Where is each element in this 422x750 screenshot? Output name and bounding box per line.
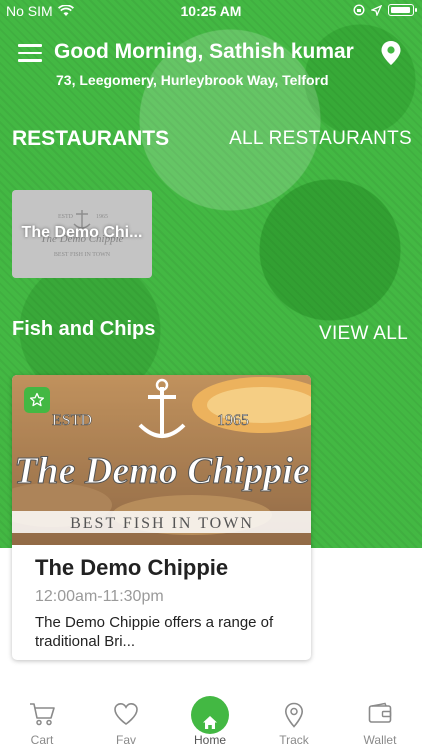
- home-icon: [203, 715, 217, 729]
- status-bar: No SIM 10:25 AM: [0, 0, 422, 22]
- banner-estd: ESTD: [52, 412, 92, 429]
- star-icon: [29, 392, 45, 407]
- battery-icon: [388, 4, 417, 16]
- nav-home[interactable]: Home: [168, 688, 252, 750]
- category-section-title: Fish and Chips: [12, 318, 156, 340]
- nav-track[interactable]: Track: [252, 688, 336, 750]
- nav-wallet[interactable]: Wallet: [338, 688, 422, 750]
- banner-year: 1965: [217, 412, 249, 429]
- restaurant-card[interactable]: ESTD 1965 The Demo Chippie BEST FISH IN …: [12, 190, 152, 278]
- menu-icon-bar: [18, 59, 42, 62]
- logo-tagline: BEST FISH IN TOWN: [54, 252, 111, 258]
- nav-cart-label: Cart: [30, 733, 54, 747]
- opening-hours: 12:00am-11:30pm: [35, 588, 164, 605]
- location-pin-icon[interactable]: [380, 40, 402, 66]
- menu-icon-bar: [18, 51, 42, 54]
- nav-fav[interactable]: Fav: [84, 688, 168, 750]
- status-right: [353, 4, 417, 16]
- greeting-title: Good Morning, Sathish kumar: [54, 40, 354, 63]
- home-button-circle: [191, 696, 229, 734]
- wallet-icon: [368, 702, 392, 723]
- cart-icon: [30, 703, 55, 726]
- menu-button[interactable]: [18, 44, 42, 62]
- favourite-button[interactable]: [24, 387, 50, 413]
- heart-icon: [114, 702, 138, 725]
- nav-track-label: Track: [279, 733, 309, 747]
- banner-brand: The Demo Chippie: [14, 450, 310, 492]
- restaurant-banner-image: ESTD 1965 The Demo Chippie BEST FISH IN …: [12, 375, 311, 545]
- restaurant-card-name: The Demo Chi...: [21, 224, 143, 241]
- orientation-lock-icon: [353, 4, 365, 16]
- nav-cart[interactable]: Cart: [0, 688, 84, 750]
- nav-wallet-label: Wallet: [363, 733, 397, 747]
- logo-year: 1965: [96, 214, 108, 220]
- address-label[interactable]: 73, Leegomery, Hurleybrook Way, Telford: [56, 72, 329, 88]
- nav-home-label: Home: [193, 733, 226, 747]
- bottom-nav: Cart Fav Home Track Wallet: [0, 688, 422, 750]
- menu-icon-bar: [18, 44, 42, 47]
- logo-estd: ESTD: [58, 214, 74, 220]
- location-pin-icon: [284, 702, 304, 728]
- location-arrow-icon: [371, 4, 382, 16]
- featured-restaurant-card[interactable]: ESTD 1965 The Demo Chippie BEST FISH IN …: [12, 375, 311, 660]
- banner-tagline: BEST FISH IN TOWN: [70, 515, 254, 532]
- nav-fav-label: Fav: [115, 733, 136, 747]
- all-restaurants-link[interactable]: ALL RESTAURANTS: [229, 128, 412, 150]
- restaurants-section-title: RESTAURANTS: [12, 127, 170, 150]
- view-all-link[interactable]: VIEW ALL: [319, 323, 408, 345]
- restaurant-description: The Demo Chippie offers a range of tradi…: [35, 614, 274, 650]
- featured-restaurant-name: The Demo Chippie: [35, 555, 229, 580]
